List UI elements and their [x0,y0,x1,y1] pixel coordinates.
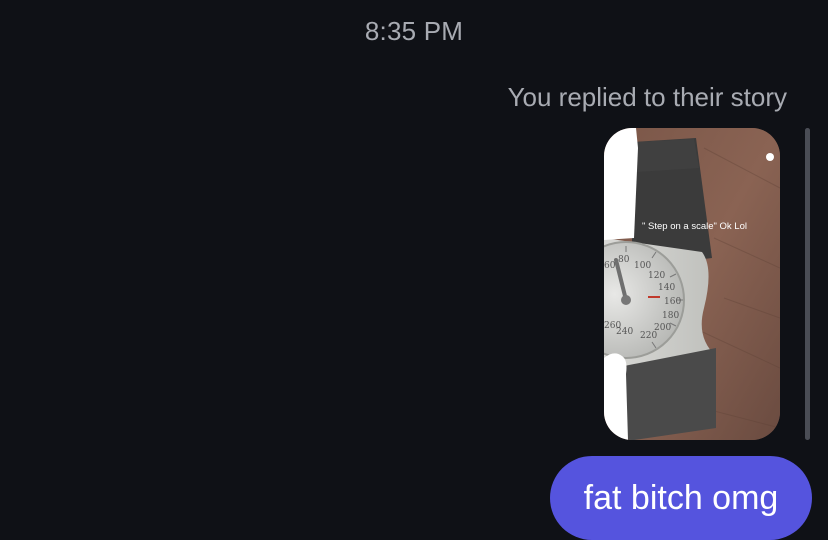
dial-number: 180 [662,311,679,321]
dial-number: 60 [604,261,616,271]
story-indicator-dot [766,153,774,161]
dial-number: 120 [648,271,665,281]
dial-number: 80 [618,255,630,265]
scrollbar-thumb[interactable] [805,128,810,440]
dial-number: 260 [604,321,621,331]
story-image: 60 80 100 120 140 160 180 200 220 240 26… [604,128,780,440]
message-timestamp: 8:35 PM [364,16,464,46]
scrollbar[interactable] [805,128,810,440]
story-reply-label: You replied to their story [507,82,787,112]
dial-number: 140 [658,283,675,293]
sent-message-bubble[interactable]: fat bitch omg [550,456,812,540]
dial-number: 160 [664,297,681,307]
story-thumbnail[interactable]: 60 80 100 120 140 160 180 200 220 240 26… [604,128,780,440]
story-caption: " Step on a scale" Ok Lol [642,221,747,232]
dial-number: 100 [634,261,651,271]
dial-number: 220 [640,331,657,341]
